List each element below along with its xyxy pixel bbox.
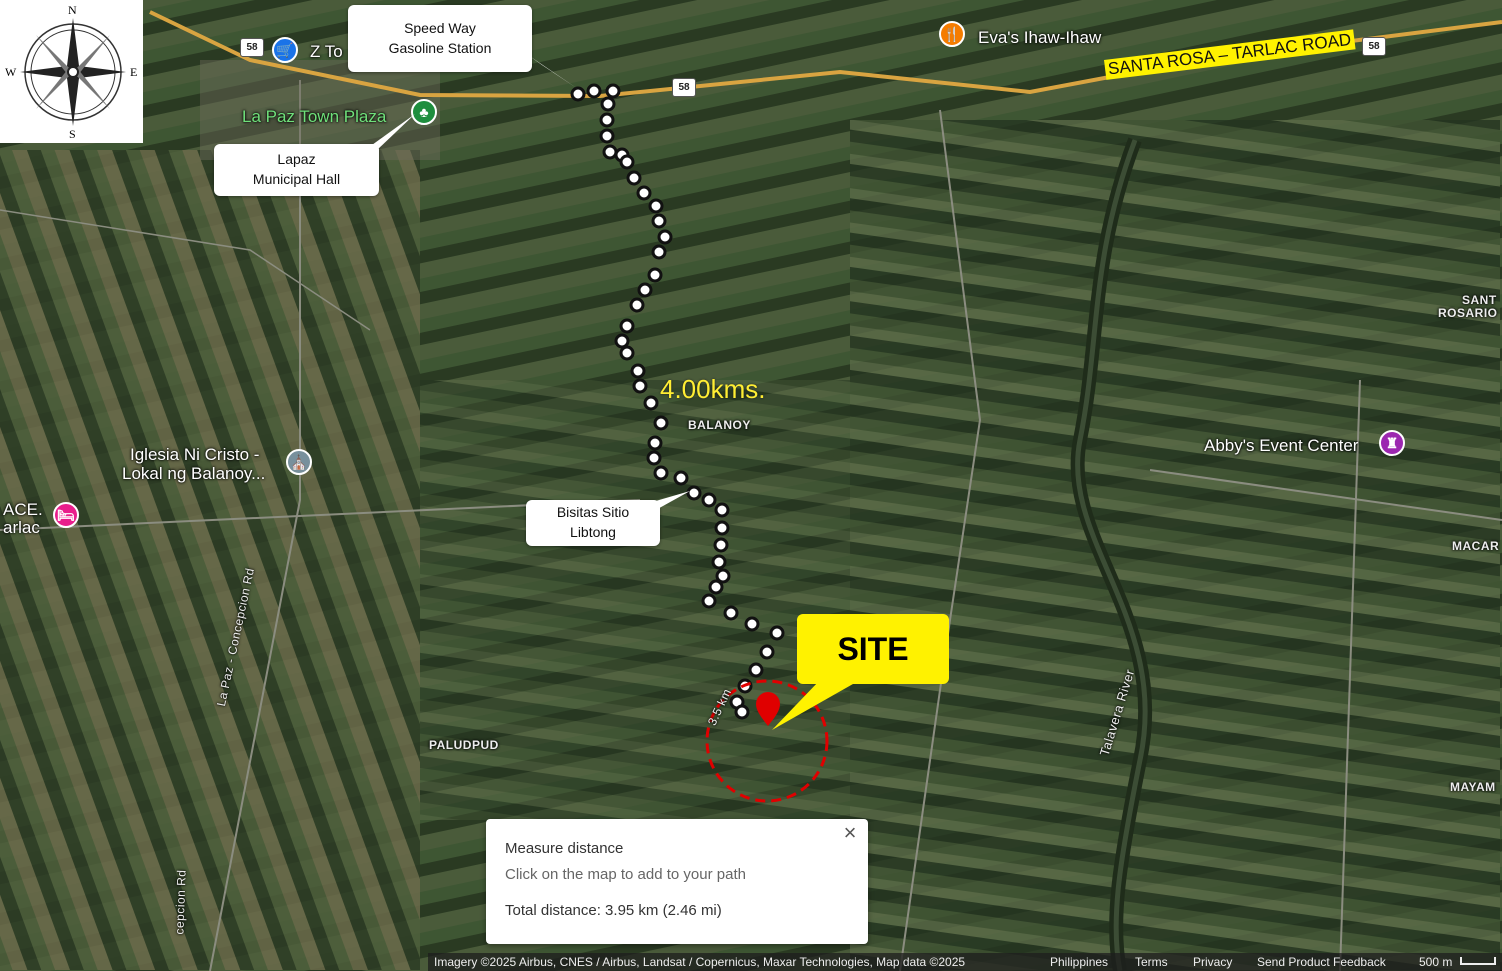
route-distance-label: 4.00kms. — [660, 374, 766, 404]
area-mayam: MAYAM — [1450, 780, 1496, 794]
area-santa-rosario-1: SANT — [1462, 293, 1497, 307]
country-label: Philippines — [1050, 955, 1109, 969]
measure-hint: Click on the map to add to your path — [505, 866, 746, 883]
route-vertex-dot[interactable] — [701, 593, 717, 609]
route-vertex-dot[interactable] — [651, 244, 667, 260]
route-vertex-dot[interactable] — [714, 502, 730, 518]
area-santa-rosario-2: ROSARIO — [1438, 306, 1498, 320]
callout-speedway-line2: Gasoline Station — [388, 40, 492, 56]
route-vertex-dot[interactable] — [643, 395, 659, 411]
route-vertex-dot[interactable] — [653, 465, 669, 481]
site-label-box: SITE — [797, 614, 949, 684]
route-vertex-dot[interactable] — [626, 170, 642, 186]
route-vertex-dot[interactable] — [614, 333, 630, 349]
compass-rose: N S E W — [0, 0, 143, 143]
route-vertex-dot[interactable] — [600, 96, 616, 112]
compass-e: E — [130, 65, 138, 79]
restaurant-pin-icon[interactable]: 🍴 — [939, 21, 965, 47]
callout-lapaz-hall: Lapaz Municipal Hall — [214, 144, 379, 196]
route-vertex-dot[interactable] — [651, 213, 667, 229]
route-vertex-dot[interactable] — [657, 229, 673, 245]
route-vertex-dot[interactable] — [744, 616, 760, 632]
imagery-attribution: Imagery ©2025 Airbus, CNES / Airbus, Lan… — [434, 955, 966, 969]
compass-s: S — [69, 127, 76, 141]
route-vertex-dot[interactable] — [619, 345, 635, 361]
compass-n: N — [68, 3, 77, 17]
route-vertex-dot[interactable] — [769, 625, 785, 641]
route-vertex-dot[interactable] — [723, 605, 739, 621]
route-vertex-dot[interactable] — [646, 450, 662, 466]
route-vertex-dot[interactable] — [636, 185, 652, 201]
poi-ace-line1[interactable]: ACE. — [3, 500, 43, 519]
event-venue-pin-icon[interactable]: ♜ — [1379, 430, 1405, 456]
area-balanoy: BALANOY — [688, 418, 751, 432]
route-vertex-dot[interactable] — [605, 83, 621, 99]
route-58-shield: 58 — [672, 78, 696, 97]
terms-link[interactable]: Terms — [1135, 955, 1168, 969]
map-footer: Imagery ©2025 Airbus, CNES / Airbus, Lan… — [428, 953, 1502, 971]
route-vertex-dot[interactable] — [653, 415, 669, 431]
route-vertex-dot[interactable] — [647, 267, 663, 283]
route-vertex-dot[interactable] — [602, 144, 618, 160]
route-vertex-dot[interactable] — [713, 537, 729, 553]
callout-lapaz-hall-line2: Municipal Hall — [252, 171, 341, 187]
route-vertex-dot[interactable] — [599, 112, 615, 128]
scale-bar — [1460, 957, 1496, 965]
route-vertex-dot[interactable] — [647, 435, 663, 451]
route-vertex-dot[interactable] — [629, 297, 645, 313]
route-vertex-dot[interactable] — [599, 128, 615, 144]
route-vertex-dot[interactable] — [748, 662, 764, 678]
scale-label: 500 m — [1419, 955, 1453, 969]
route-vertex-dot[interactable] — [708, 579, 724, 595]
compass-icon — [20, 18, 126, 126]
route-vertex-dot[interactable] — [619, 154, 635, 170]
poi-evas[interactable]: Eva's Ihaw-Ihaw — [978, 28, 1101, 47]
callout-speedway-line1: Speed Way — [404, 20, 476, 36]
route-vertex-dot[interactable] — [648, 198, 664, 214]
route-vertex-dot[interactable] — [632, 378, 648, 394]
route-vertex-dot[interactable] — [637, 282, 653, 298]
callout-lapaz-hall-tail — [365, 114, 415, 150]
measure-title: Measure distance — [505, 840, 624, 857]
compass-w: W — [5, 65, 17, 79]
poi-ace-line2[interactable]: arlac — [3, 518, 40, 537]
church-pin-icon[interactable]: ⛪ — [286, 449, 312, 475]
area-paludpud: PALUDPUD — [429, 738, 499, 752]
poi-abbys[interactable]: Abby's Event Center — [1204, 436, 1358, 455]
shopping-cart-pin-icon[interactable]: 🛒 — [272, 37, 298, 63]
route-vertex-dot[interactable] — [673, 470, 689, 486]
route-vertex-dot[interactable] — [759, 644, 775, 660]
poi-iglesia-line2[interactable]: Lokal ng Balanoy... — [122, 464, 265, 483]
callout-speedway-tail — [528, 55, 578, 89]
close-icon[interactable]: × — [838, 821, 862, 845]
route-vertex-dot[interactable] — [711, 554, 727, 570]
callout-bisitas-tail — [642, 491, 690, 511]
poi-z-to[interactable]: Z To — [310, 42, 343, 61]
area-macar: MACAR — [1452, 539, 1500, 553]
road-label-concepcion-2: cepcion Rd — [172, 869, 189, 935]
route-vertex-dot[interactable] — [630, 363, 646, 379]
hotel-pin-icon[interactable]: 🛏 — [53, 502, 79, 528]
callout-speedway: Speed Way Gasoline Station — [348, 5, 532, 72]
callout-lapaz-hall-line1: Lapaz — [277, 151, 316, 167]
send-feedback-link[interactable]: Send Product Feedback — [1257, 955, 1386, 969]
measure-total-distance: Total distance: 3.95 km (2.46 mi) — [505, 902, 722, 919]
route-58-shield: 58 — [1362, 37, 1386, 56]
privacy-link[interactable]: Privacy — [1193, 955, 1232, 969]
route-58-shield: 58 — [240, 38, 264, 57]
route-vertex-dot[interactable] — [734, 704, 750, 720]
poi-iglesia-line1[interactable]: Iglesia Ni Cristo - — [130, 445, 259, 464]
route-vertex-dot[interactable] — [714, 520, 730, 536]
route-vertex-dot[interactable] — [701, 492, 717, 508]
measure-distance-panel: × Measure distance Click on the map to a… — [486, 819, 868, 944]
callout-bisitas-line2: Libtong — [570, 524, 616, 540]
route-vertex-dot[interactable] — [619, 318, 635, 334]
route-vertex-dot[interactable] — [586, 83, 602, 99]
